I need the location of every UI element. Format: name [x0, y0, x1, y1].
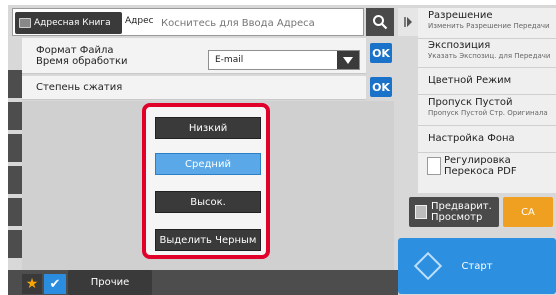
- option-medium-button[interactable]: Средний: [155, 153, 261, 175]
- compression-row: Степень сжатия: [22, 76, 366, 100]
- check-icon: ✔: [49, 276, 61, 292]
- color-mode-item[interactable]: Цветной Режим: [418, 68, 556, 95]
- preview-line2: Просмотр: [431, 212, 483, 223]
- file-format-label: Формат Файла Время обработки: [36, 45, 128, 67]
- format-select[interactable]: E-mail: [208, 50, 360, 70]
- format-select-value: E-mail: [215, 55, 244, 65]
- preview-button[interactable]: Предварит. Просмотр: [409, 197, 499, 227]
- address-book-icon: [19, 18, 31, 28]
- option-black-emphasis-button[interactable]: Выделить Черным: [155, 229, 261, 251]
- pdf-skew-checkbox[interactable]: [427, 157, 441, 175]
- background-adjust-item[interactable]: Настройка Фона: [418, 126, 556, 153]
- edge-tab[interactable]: [8, 70, 22, 98]
- collapse-arrow-icon: [404, 17, 412, 27]
- start-label: Старт: [461, 260, 493, 272]
- address-book-button[interactable]: Адресная Книга: [15, 12, 122, 34]
- edge-tab[interactable]: [8, 134, 22, 162]
- blank-skip-title: Пропуск Пустой: [428, 97, 513, 108]
- color-mode-title: Цветной Режим: [428, 75, 512, 86]
- address-input[interactable]: [158, 12, 363, 34]
- background-adjust-title: Настройка Фона: [428, 133, 515, 144]
- exposure-item[interactable]: Экспозиция Указать Экспозиц. для Передач…: [418, 39, 556, 68]
- blank-skip-item[interactable]: Пропуск Пустой Пропуск Пустой Стр. Ориги…: [418, 95, 556, 126]
- resolution-title: Разрешение: [428, 10, 493, 21]
- exposure-title: Экспозиция: [428, 40, 491, 51]
- ca-button[interactable]: CA: [503, 197, 553, 227]
- resolution-item[interactable]: Разрешение Изменить Разрешение Передачи: [418, 8, 556, 39]
- start-button[interactable]: Старт: [398, 238, 556, 294]
- edge-tab[interactable]: [8, 102, 22, 130]
- file-format-label-line1: Формат Файла: [36, 45, 114, 56]
- address-bar: Адресная Книга Адрес: [12, 8, 364, 36]
- edge-tab[interactable]: [8, 230, 22, 258]
- favorite-button[interactable]: ★: [22, 274, 42, 294]
- address-label: Адрес: [125, 16, 154, 26]
- option-high-button[interactable]: Высок.: [155, 191, 261, 213]
- preview-icon: [415, 205, 427, 219]
- resolution-subtitle: Изменить Разрешение Передачи: [428, 22, 550, 30]
- left-edge-tabs: [8, 70, 22, 270]
- option-low-button[interactable]: Низкий: [155, 117, 261, 139]
- search-icon: [373, 15, 388, 30]
- pdf-skew-line2: Перекоса PDF: [444, 166, 517, 177]
- edge-tab[interactable]: [8, 166, 22, 194]
- compression-label: Степень сжатия: [36, 82, 123, 93]
- preview-line1: Предварит.: [431, 201, 492, 212]
- edge-tab[interactable]: [8, 198, 22, 226]
- exposure-subtitle: Указать Экспозиц. для Передачи: [428, 52, 551, 60]
- check-button[interactable]: ✔: [44, 274, 66, 294]
- file-format-label-line2: Время обработки: [36, 56, 128, 67]
- bottom-bar: [8, 270, 398, 295]
- other-button[interactable]: Прочие: [68, 270, 152, 295]
- ok-button-format[interactable]: OK: [370, 43, 392, 63]
- file-format-row: Формат Файла Время обработки E-mail: [22, 38, 366, 74]
- dropdown-arrow-icon: [337, 51, 359, 69]
- star-icon: ★: [25, 276, 39, 292]
- panel-toggle-button[interactable]: [398, 8, 418, 36]
- blank-skip-subtitle: Пропуск Пустой Стр. Оригинала: [428, 109, 548, 117]
- start-icon: [413, 251, 443, 281]
- address-book-label: Адресная Книга: [34, 18, 111, 28]
- ok-button-compression[interactable]: OK: [370, 77, 392, 97]
- pdf-skew-line1: Регулировка: [444, 155, 511, 166]
- search-button[interactable]: [366, 8, 394, 36]
